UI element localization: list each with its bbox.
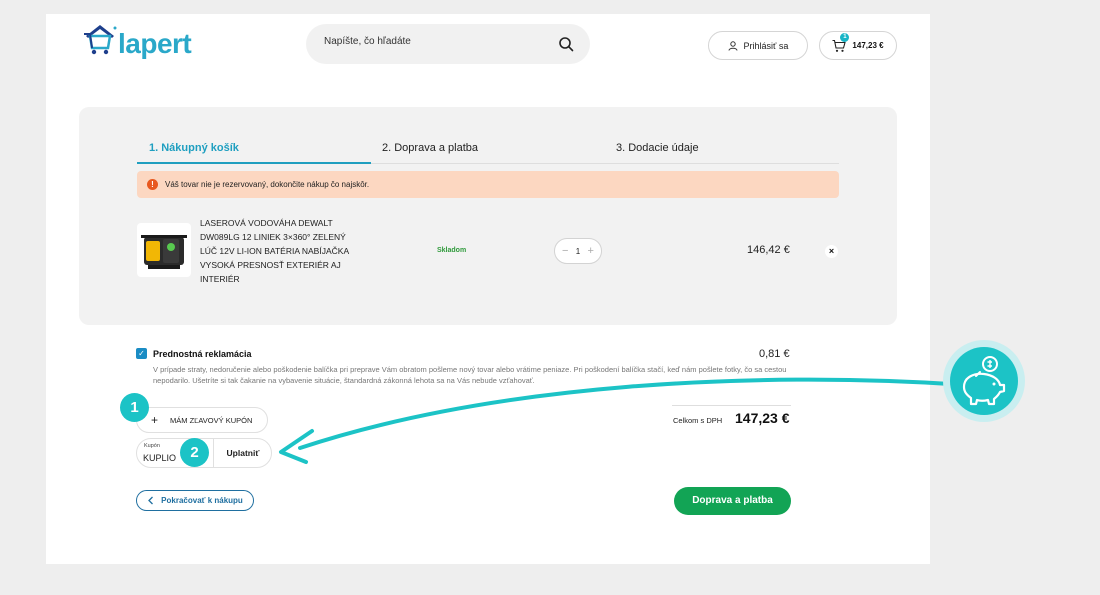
quantity-stepper[interactable]: − 1 + (554, 238, 602, 264)
stock-status: Skladom (437, 247, 467, 254)
search-input[interactable] (324, 36, 544, 47)
search-icon[interactable] (558, 36, 574, 52)
continue-shopping-label: Pokračovať k nákupu (161, 496, 243, 505)
product-price: 146,42 € (747, 244, 790, 256)
warning-icon: ! (147, 179, 158, 190)
step-shipping[interactable]: 2. Doprava a platba (382, 142, 478, 154)
shipping-payment-button[interactable]: Doprava a platba (674, 487, 791, 515)
step-cart[interactable]: 1. Nákupný košík (149, 142, 239, 154)
quantity-value[interactable]: 1 (576, 247, 580, 256)
logo-cart-icon (84, 25, 117, 55)
total-price: 147,23 € (735, 410, 790, 426)
coupon-toggle-label: MÁM ZĽAVOVÝ KUPÓN (170, 415, 253, 425)
site-logo[interactable]: lapert (82, 20, 192, 60)
piggy-bank-badge (950, 347, 1018, 415)
reklamacia-description: V prípade straty, nedoručenie alebo pošk… (153, 365, 787, 385)
user-icon (728, 40, 738, 51)
reklamacia-checkbox[interactable]: ✓ (136, 348, 147, 359)
chevron-left-icon (148, 496, 154, 505)
cart-panel: 1. Nákupný košík 2. Doprava a platba 3. … (79, 107, 897, 325)
reklamacia-price: 0,81 € (759, 348, 790, 360)
search-bar[interactable] (306, 24, 590, 64)
totals-divider (672, 405, 791, 406)
coupon-field-label: Kupón (144, 443, 160, 449)
logo-text: lapert (118, 28, 192, 59)
piggy-bank-icon (962, 356, 1006, 406)
product-name[interactable]: LASEROVÁ VODOVÁHA DEWALT DW089LG 12 LINI… (200, 216, 350, 286)
step-marker-1: 1 (120, 393, 149, 422)
total-label: Celkom s DPH (673, 416, 723, 425)
coupon-input[interactable] (143, 453, 183, 463)
quantity-decrease-button[interactable]: − (562, 245, 568, 257)
cart-count-badge: 1 (840, 32, 850, 42)
checkout-steps: 1. Nákupný košík 2. Doprava a platba 3. … (137, 133, 839, 164)
step-active-underline (137, 162, 371, 164)
remove-item-button[interactable]: × (825, 245, 838, 258)
coupon-apply-button[interactable]: Uplatniť (213, 439, 272, 467)
product-image[interactable] (137, 223, 191, 277)
page-canvas: lapert Prihlásiť sa 1 147,23 € 1. Nákupn (46, 14, 930, 564)
coupon-toggle-button[interactable]: + MÁM ZĽAVOVÝ KUPÓN (136, 407, 268, 433)
continue-shopping-button[interactable]: Pokračovať k nákupu (136, 490, 254, 511)
reklamacia-title[interactable]: Prednostná reklamácia (153, 349, 252, 359)
alert-text: Váš tovar nie je rezervovaný, dokončite … (165, 180, 370, 189)
cart-button[interactable]: 1 147,23 € (819, 31, 897, 60)
step-marker-2: 2 (180, 438, 209, 467)
cart-total: 147,23 € (852, 41, 884, 50)
laser-level-image (141, 235, 187, 269)
login-button[interactable]: Prihlásiť sa (708, 31, 808, 60)
login-label: Prihlásiť sa (743, 40, 789, 51)
cart-icon-wrap: 1 (832, 32, 850, 53)
quantity-increase-button[interactable]: + (588, 245, 594, 257)
step-delivery-details[interactable]: 3. Dodacie údaje (616, 142, 699, 154)
plus-icon: + (151, 413, 159, 427)
reservation-alert: ! Váš tovar nie je rezervovaný, dokončit… (137, 171, 839, 198)
